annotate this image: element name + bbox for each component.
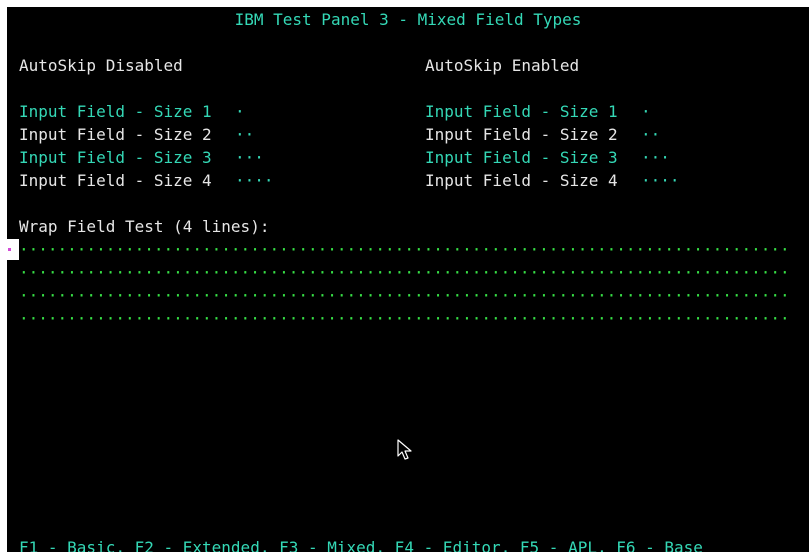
right-field-size-3-input[interactable]: ··· [641, 146, 670, 169]
left-field-size-4-input[interactable]: ···· [235, 169, 274, 192]
panel-title: IBM Test Panel 3 - Mixed Field Types [234, 10, 582, 29]
left-field-size-2-label: Input Field - Size 2 [19, 125, 212, 144]
right-field-size-4-label: Input Field - Size 4 [425, 171, 618, 190]
terminal-screen: IBM Test Panel 3 - Mixed Field Types Aut… [7, 7, 809, 552]
mouse-pointer-icon [397, 439, 412, 460]
right-field-size-4-input[interactable]: ···· [641, 169, 680, 192]
left-field-size-1-input[interactable]: · [235, 100, 245, 123]
wrap-field-label: Wrap Field Test (4 lines): [19, 217, 270, 236]
cursor-marker [8, 248, 11, 251]
left-field-size-3-label: Input Field - Size 3 [19, 148, 212, 167]
wrap-field-line-1[interactable]: ········································… [19, 238, 809, 261]
left-field-size-3-input[interactable]: ··· [235, 146, 264, 169]
autoskip-disabled-heading: AutoSkip Disabled [19, 56, 183, 75]
autoskip-enabled-heading: AutoSkip Enabled [425, 56, 580, 75]
wrap-field-line-3[interactable]: ········································… [19, 284, 809, 307]
left-field-size-4-label: Input Field - Size 4 [19, 171, 212, 190]
wrap-field-line-4[interactable]: ········································… [19, 307, 809, 330]
right-field-size-2-label: Input Field - Size 2 [425, 125, 618, 144]
left-field-size-1-label: Input Field - Size 1 [19, 102, 212, 121]
right-field-size-3-label: Input Field - Size 3 [425, 148, 618, 167]
right-field-size-1-input[interactable]: · [641, 100, 651, 123]
function-key-bar: F1 - Basic, F2 - Extended, F3 - Mixed, F… [19, 538, 703, 552]
left-field-size-2-input[interactable]: ·· [235, 123, 254, 146]
wrap-field-line-2[interactable]: ········································… [19, 261, 809, 284]
right-field-size-1-label: Input Field - Size 1 [425, 102, 618, 121]
right-field-size-2-input[interactable]: ·· [641, 123, 660, 146]
